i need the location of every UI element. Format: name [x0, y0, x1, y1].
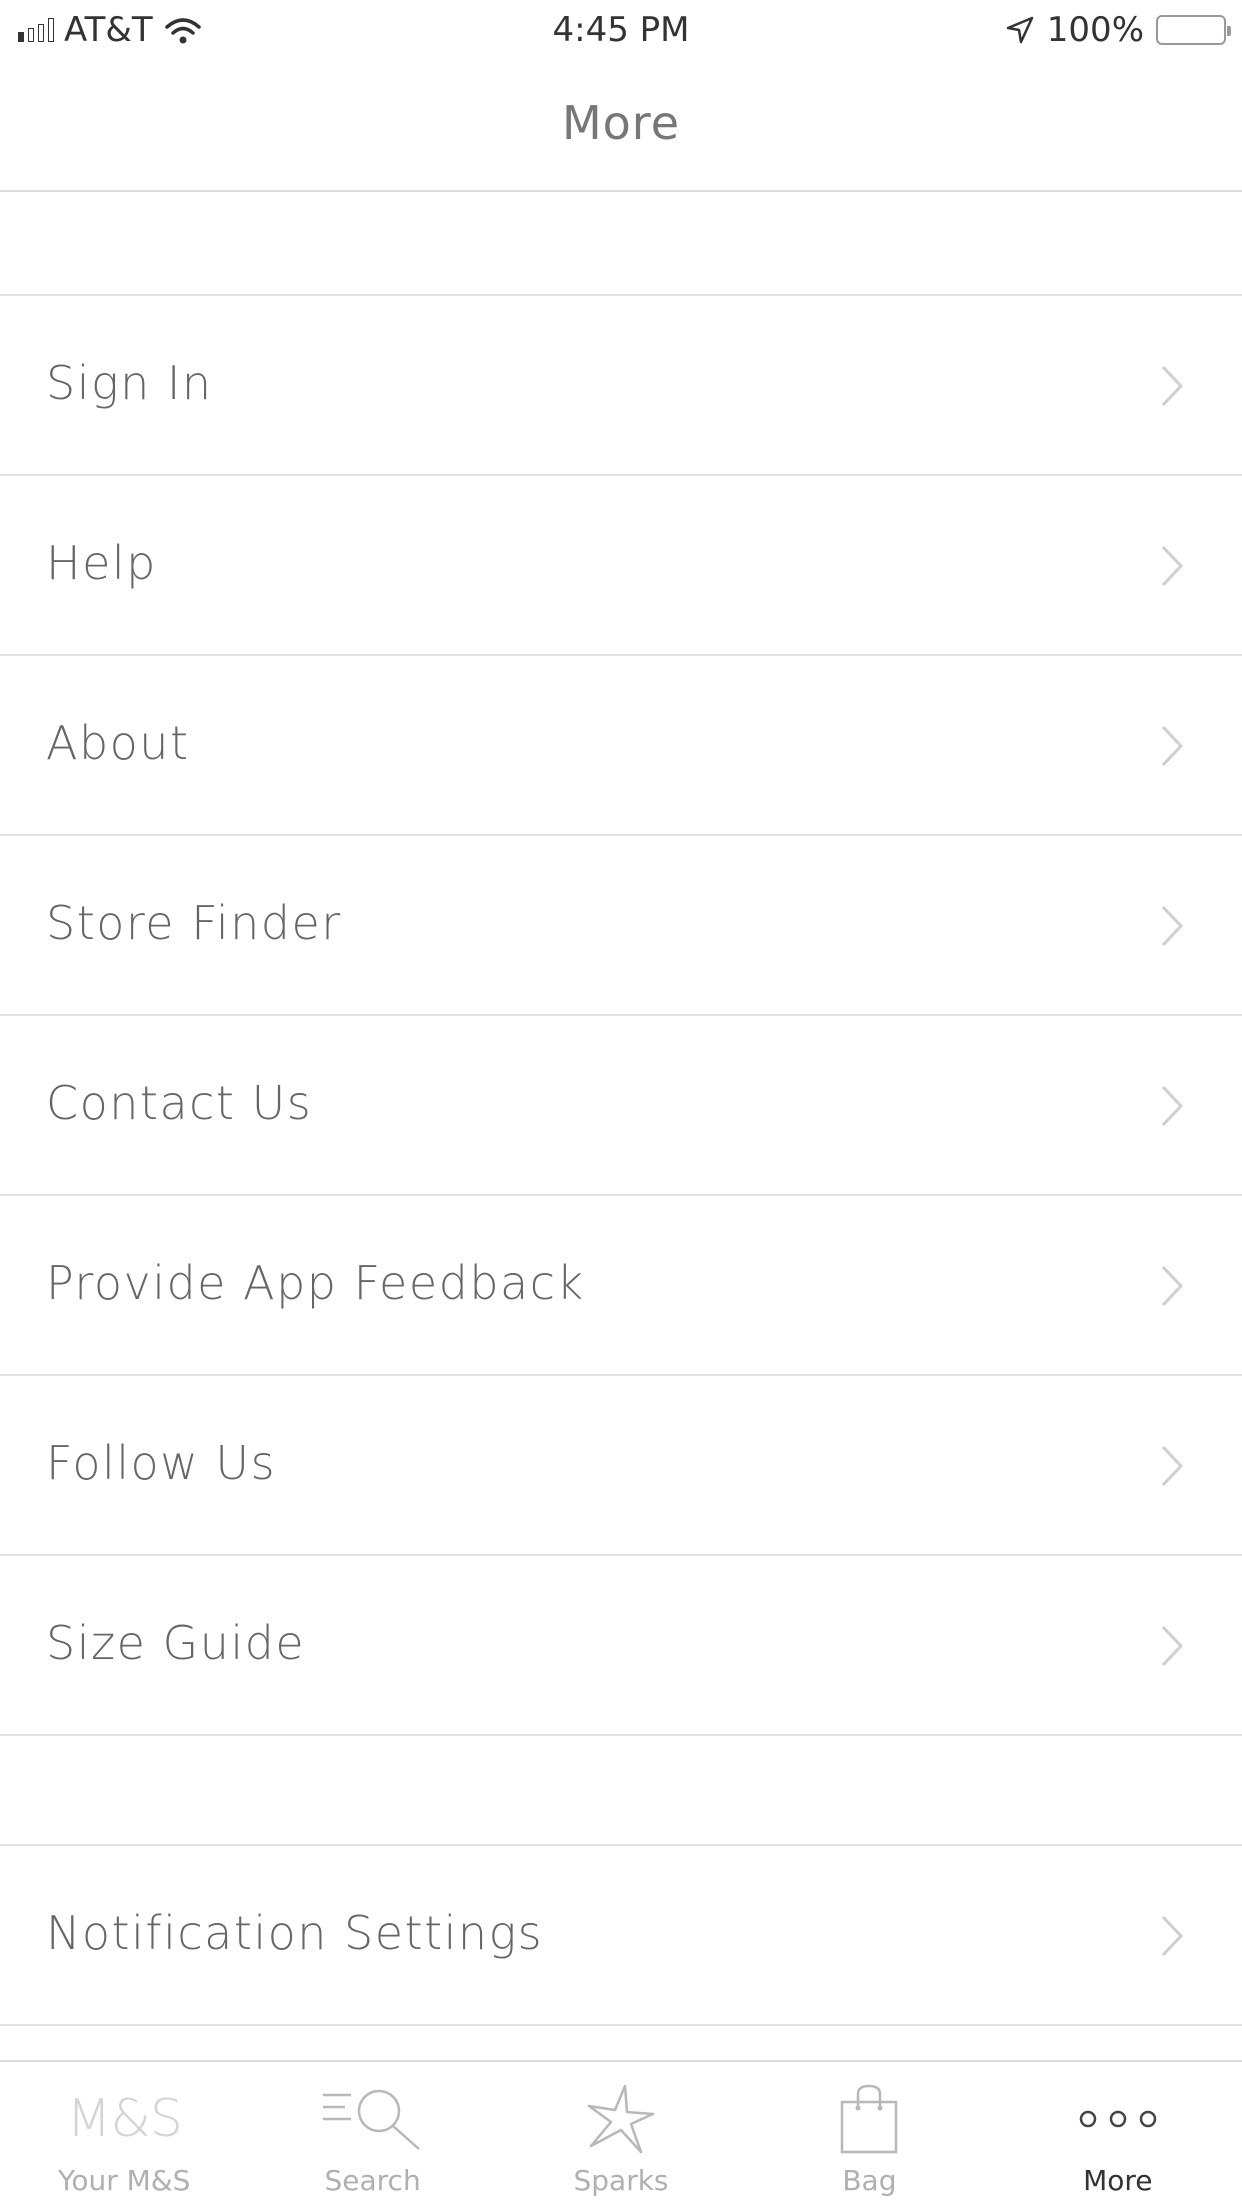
menu-item-label: Help: [46, 536, 157, 590]
menu-item-notification-settings[interactable]: Notification Settings: [0, 1846, 1242, 2026]
chevron-right-icon: [1161, 1265, 1184, 1307]
chevron-right-icon: [1161, 1085, 1184, 1127]
tab-label: More: [1083, 2164, 1153, 2197]
more-dots-icon: [1079, 2110, 1157, 2128]
navigation-bar: More: [0, 62, 1242, 192]
more-screen: AT&T 4:45 PM 100% More Sign In Help Abou…: [0, 0, 1242, 2208]
menu-item-label: Follow Us: [46, 1436, 277, 1490]
tab-bar: M&S Your M&S Search Sparks Bag More: [0, 2060, 1242, 2208]
location-arrow-icon: [1006, 16, 1034, 44]
menu-item-label: About: [46, 716, 190, 770]
bag-icon: [841, 2084, 898, 2154]
tab-search[interactable]: Search: [248, 2062, 496, 2208]
search-icon: [322, 2089, 420, 2150]
tab-label: Search: [324, 2164, 421, 2197]
tab-label: Your M&S: [57, 2164, 191, 2197]
chevron-right-icon: [1161, 1915, 1184, 1957]
section-spacer: [0, 192, 1242, 296]
menu-item-label: Contact Us: [46, 1076, 313, 1130]
menu-item-label: Sign In: [46, 356, 213, 410]
chevron-right-icon: [1161, 545, 1184, 587]
chevron-right-icon: [1161, 1625, 1184, 1667]
menu-item-store-finder[interactable]: Store Finder: [0, 836, 1242, 1016]
menu-item-size-guide[interactable]: Size Guide: [0, 1556, 1242, 1736]
tab-label: Bag: [842, 2164, 897, 2197]
tab-your-ms[interactable]: M&S Your M&S: [0, 2062, 248, 2208]
ms-logo-icon: M&S: [66, 2089, 182, 2149]
menu-item-label: Store Finder: [46, 896, 342, 950]
chevron-right-icon: [1161, 365, 1184, 407]
menu-item-label: Notification Settings: [46, 1906, 544, 1960]
menu-item-about[interactable]: About: [0, 656, 1242, 836]
menu-item-app-feedback[interactable]: Provide App Feedback: [0, 1196, 1242, 1376]
status-bar: AT&T 4:45 PM 100%: [0, 0, 1242, 62]
menu-item-contact-us[interactable]: Contact Us: [0, 1016, 1242, 1196]
page-title: More: [561, 96, 681, 150]
menu-item-sign-in[interactable]: Sign In: [0, 296, 1242, 476]
menu-item-label: Size Guide: [46, 1616, 306, 1670]
tab-more[interactable]: More: [994, 2062, 1242, 2208]
menu-item-help[interactable]: Help: [0, 476, 1242, 656]
chevron-right-icon: [1161, 725, 1184, 767]
battery-percent: 100%: [1046, 10, 1144, 50]
star-icon: [587, 2084, 655, 2154]
chevron-right-icon: [1161, 905, 1184, 947]
menu-item-label: Provide App Feedback: [46, 1256, 585, 1310]
tab-label: Sparks: [573, 2164, 669, 2197]
tab-sparks[interactable]: Sparks: [497, 2062, 745, 2208]
section-spacer: [0, 1736, 1242, 1846]
tab-bag[interactable]: Bag: [745, 2062, 993, 2208]
status-right: 100%: [1005, 10, 1231, 50]
chevron-right-icon: [1161, 1445, 1184, 1487]
menu-item-follow-us[interactable]: Follow Us: [0, 1376, 1242, 1556]
battery-icon: [1156, 15, 1231, 45]
